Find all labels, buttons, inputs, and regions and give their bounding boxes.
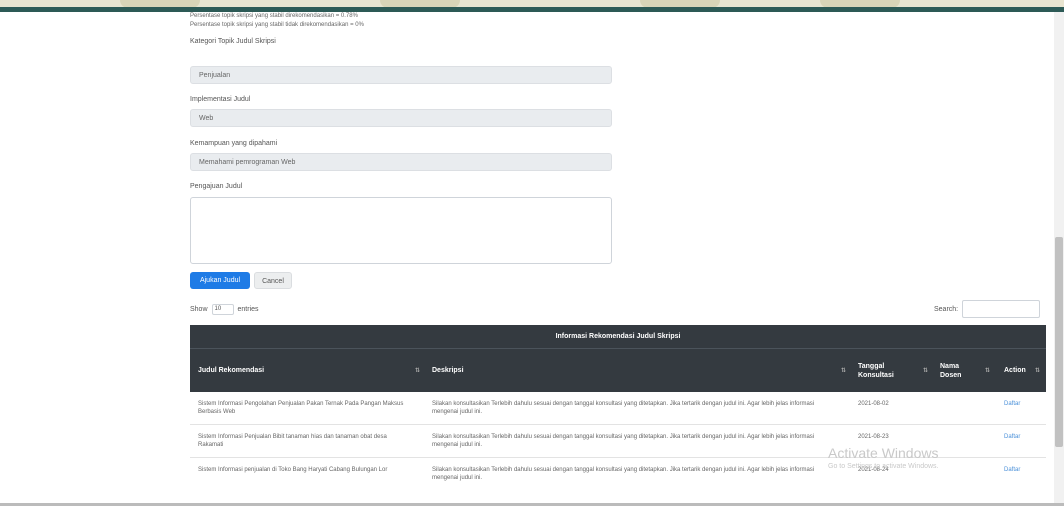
sort-icon: ⇅ — [840, 368, 846, 374]
column-header-label: Deskripsi — [432, 367, 464, 374]
daftar-link[interactable]: Daftar — [1004, 433, 1020, 441]
table-title: Informasi Rekomendasi Judul Skripsi — [190, 325, 1046, 349]
kemampuan-label: Kemampuan yang dipahami — [190, 140, 278, 147]
top-banner — [0, 0, 1064, 12]
column-header-label: Tanggal Konsultasi — [858, 362, 894, 379]
kemampuan-field[interactable]: Memahami pemrograman Web — [190, 153, 612, 171]
column-header-label: Nama Dosen — [940, 362, 962, 379]
cell-deskripsi: Silakan konsultasikan Terlebih dahulu se… — [432, 401, 815, 415]
windows-activation-overlay: Activate Windows Go to Settings to activ… — [828, 445, 939, 470]
sort-icon: ⇅ — [984, 368, 990, 374]
cell-judul: Sistem Informasi penjualan di Toko Bang … — [198, 467, 388, 473]
cell-judul: Sistem Informasi Penjualan Bibit tanaman… — [198, 434, 387, 448]
cell-deskripsi: Silakan konsultasikan Terlebih dahulu se… — [432, 434, 815, 448]
column-header-deskripsi[interactable]: Deskripsi ⇅ — [426, 349, 852, 392]
scrollbar-thumb[interactable] — [1055, 237, 1063, 447]
pengajuan-label: Pengajuan Judul — [190, 183, 243, 190]
submit-button[interactable]: Ajukan Judul — [190, 272, 250, 289]
cancel-button[interactable]: Cancel — [254, 272, 292, 289]
page-scrollbar[interactable] — [1054, 12, 1064, 506]
page-length-control: Show 10 entries — [190, 304, 259, 315]
recommendation-notes: Persentase topik skripsi yang stabil dir… — [190, 12, 1060, 30]
cell-judul: Sistem Informasi Pengolahan Penjualan Pa… — [198, 401, 404, 415]
pengajuan-textarea[interactable] — [190, 197, 612, 264]
entries-label: entries — [237, 306, 259, 313]
search-input[interactable] — [962, 300, 1041, 318]
implementasi-label: Implementasi Judul — [190, 96, 251, 103]
cell-deskripsi: Silakan konsultasikan Terlebih dahulu se… — [432, 467, 815, 481]
sort-icon: ⇅ — [1034, 368, 1040, 374]
table-header-row: Judul Rekomendasi ⇅ Deskripsi ⇅ Tanggal … — [190, 349, 1046, 392]
search-label: Search: — [934, 305, 959, 313]
kategori-label: Kategori Topik Judul Skripsi — [190, 38, 276, 45]
activation-title: Activate Windows — [828, 445, 939, 461]
table-row: Sistem Informasi Pengolahan Penjualan Pa… — [190, 392, 1046, 425]
daftar-link[interactable]: Daftar — [1004, 466, 1020, 474]
column-header-action[interactable]: Action ⇅ — [996, 349, 1046, 392]
column-header-judul[interactable]: Judul Rekomendasi ⇅ — [190, 349, 426, 392]
column-header-dosen[interactable]: Nama Dosen ⇅ — [934, 349, 996, 392]
column-header-label: Action — [1004, 367, 1026, 374]
show-label: Show — [190, 306, 208, 313]
column-header-tanggal[interactable]: Tanggal Konsultasi ⇅ — [852, 349, 934, 392]
activation-subtitle: Go to Settings to activate Windows. — [828, 463, 939, 470]
cell-tanggal: 2021-08-02 — [858, 401, 889, 407]
kategori-field[interactable]: Penjualan — [190, 66, 612, 84]
table-search: Search: — [934, 300, 1041, 318]
column-header-label: Judul Rekomendasi — [198, 367, 265, 374]
note-not-recommended: Persentase topik skripsi yang stabil tid… — [190, 22, 364, 28]
page-length-select[interactable]: 10 — [211, 304, 234, 315]
note-recommended: Persentase topik skripsi yang stabil dir… — [190, 13, 358, 19]
sort-icon: ⇅ — [922, 368, 928, 374]
cell-tanggal: 2021-08-23 — [858, 434, 889, 440]
implementasi-field[interactable]: Web — [190, 109, 612, 127]
daftar-link[interactable]: Daftar — [1004, 400, 1020, 408]
sort-icon: ⇅ — [414, 368, 420, 374]
